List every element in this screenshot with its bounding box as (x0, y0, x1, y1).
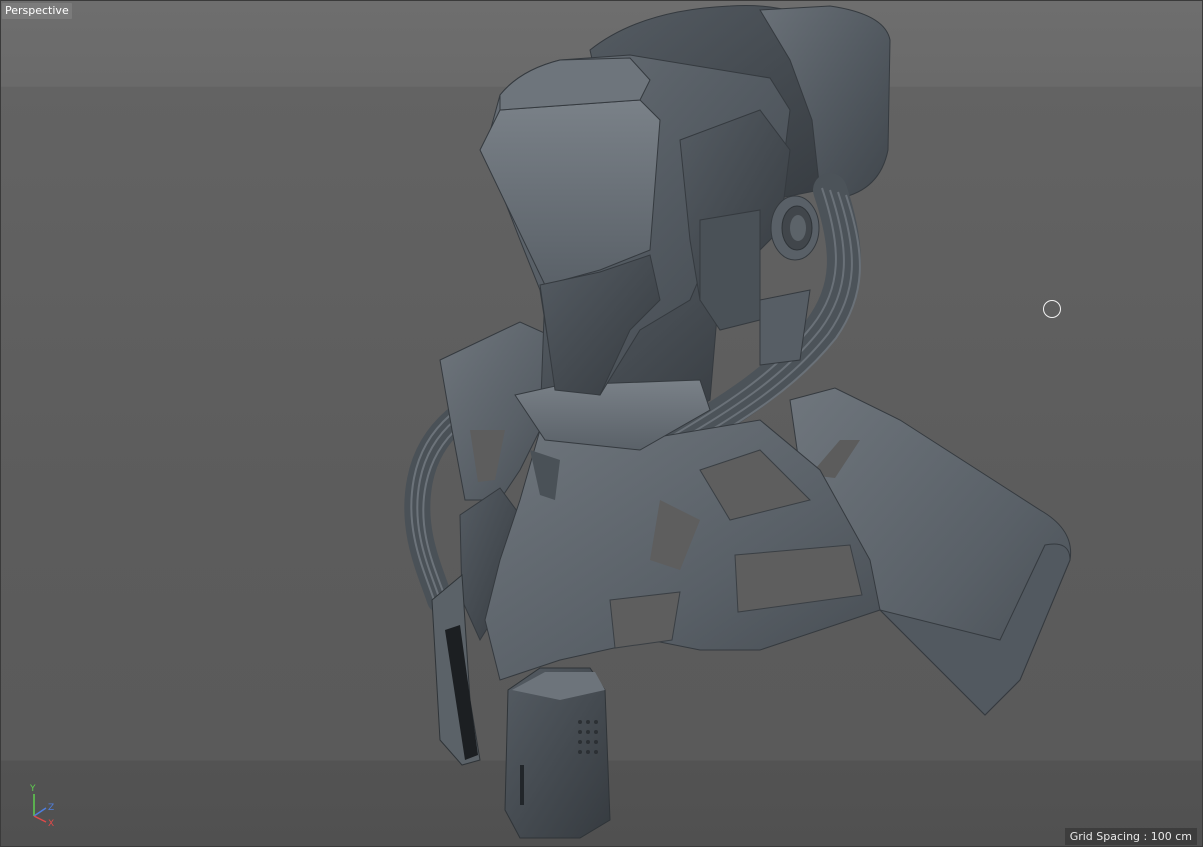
grid-spacing-value: 100 cm (1150, 830, 1192, 843)
axis-x-label: X (48, 819, 54, 828)
chest-pendant (504, 667, 611, 839)
grid-spacing-label: Grid Spacing : (1069, 830, 1151, 843)
axis-y-label: Y (29, 784, 36, 794)
axis-gizmo-icon: Y Z X (29, 784, 54, 828)
axis-x-line (33, 815, 47, 823)
sci-fi-armor-bust-model[interactable] (0, 0, 1203, 847)
circle-cursor-icon (1043, 300, 1061, 318)
3d-viewport[interactable]: Perspective Y Z X Grid Spacing : 100 cm (0, 0, 1203, 847)
grid-spacing-readout: Grid Spacing : 100 cm (1064, 828, 1197, 845)
axis-z-label: Z (48, 803, 54, 813)
axis-z-line (33, 807, 47, 817)
view-mode-label[interactable]: Perspective (2, 3, 72, 19)
